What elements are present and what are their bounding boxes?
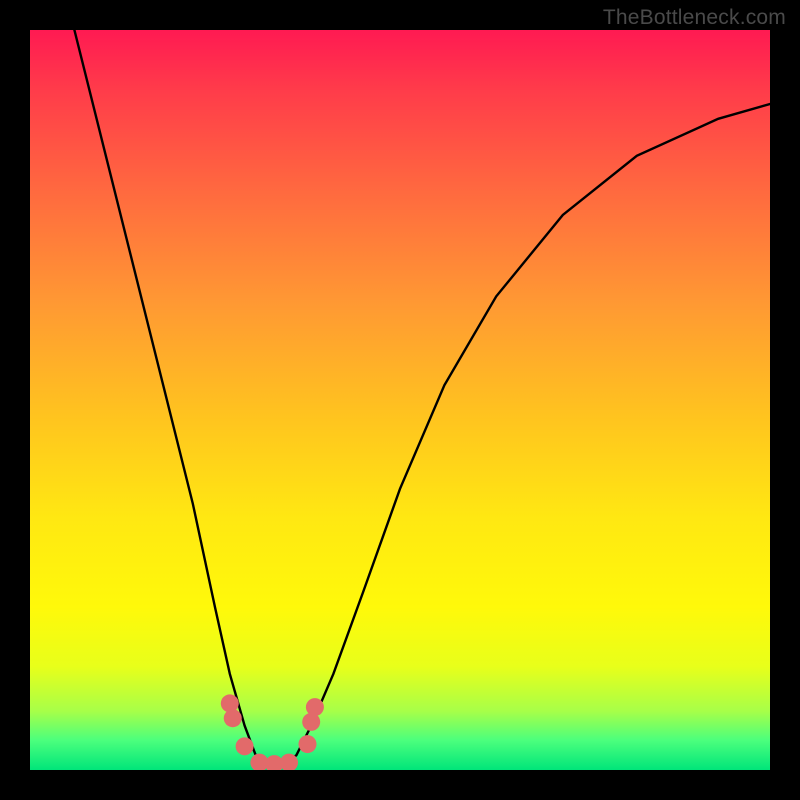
- curve-marker: [299, 735, 317, 753]
- curve-marker: [224, 709, 242, 727]
- bottleneck-curve: [74, 30, 770, 766]
- curve-marker: [306, 698, 324, 716]
- curve-marker: [221, 694, 239, 712]
- plot-area: [30, 30, 770, 770]
- curve-layer: [30, 30, 770, 770]
- curve-marker: [236, 737, 254, 755]
- chart-frame: TheBottleneck.com: [0, 0, 800, 800]
- watermark-text: TheBottleneck.com: [603, 6, 786, 30]
